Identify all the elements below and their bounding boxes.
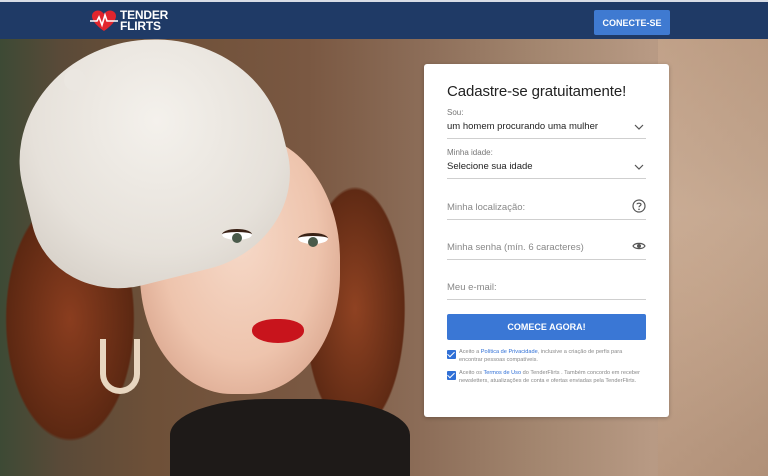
- right-eye: [298, 233, 328, 247]
- terms-text-before: Aceito os: [459, 370, 484, 376]
- background-window: [658, 39, 768, 476]
- chevron-down-icon: [634, 164, 644, 170]
- top-nav-bar: TENDER FLIRTS CONECTE-SE: [0, 0, 768, 39]
- signup-title: Cadastre-se gratuitamente!: [447, 83, 627, 100]
- privacy-consent-text: Aceito a Política de Privacidade, inclus…: [459, 348, 646, 364]
- privacy-policy-link[interactable]: Política de Privacidade: [481, 349, 538, 355]
- chevron-down-icon: [634, 124, 644, 130]
- login-button[interactable]: CONECTE-SE: [594, 10, 670, 35]
- seeking-select[interactable]: Sou: um homem procurando uma mulher: [447, 106, 646, 139]
- logo-wordmark: TENDER FLIRTS: [120, 9, 168, 33]
- seeking-value: um homem procurando uma mulher: [447, 121, 599, 132]
- heart-pulse-icon: [90, 10, 118, 31]
- email-placeholder: Meu e-mail:: [447, 282, 497, 293]
- privacy-checkbox[interactable]: [447, 350, 456, 359]
- email-input[interactable]: Meu e-mail:: [447, 270, 646, 300]
- left-eye: [222, 229, 252, 243]
- password-input[interactable]: Minha senha (mín. 6 caracteres): [447, 230, 646, 260]
- terms-of-use-link[interactable]: Termos de Uso: [483, 370, 521, 376]
- beret-stem: [64, 69, 86, 91]
- eye-icon[interactable]: [632, 239, 646, 253]
- earring: [100, 339, 140, 394]
- privacy-consent: Aceito a Política de Privacidade, inclus…: [447, 348, 646, 364]
- age-value: Selecione sua idade: [447, 161, 533, 172]
- password-placeholder: Minha senha (mín. 6 caracteres): [447, 242, 584, 253]
- help-icon[interactable]: [632, 199, 646, 213]
- age-select[interactable]: Minha idade: Selecione sua idade: [447, 146, 646, 179]
- start-now-button[interactable]: COMECE AGORA!: [447, 314, 646, 340]
- seeking-label: Sou:: [447, 108, 464, 117]
- brand-logo[interactable]: TENDER FLIRTS: [90, 8, 168, 34]
- logo-line-2: FLIRTS: [120, 19, 161, 33]
- terms-consent: Aceito os Termos de Uso do TenderFlirts …: [447, 369, 646, 385]
- terms-checkbox[interactable]: [447, 371, 456, 380]
- terms-consent-text: Aceito os Termos de Uso do TenderFlirts …: [459, 369, 646, 385]
- location-input[interactable]: Minha localização:: [447, 190, 646, 220]
- red-lips: [252, 319, 304, 343]
- location-placeholder: Minha localização:: [447, 202, 526, 213]
- signup-card: Cadastre-se gratuitamente! Sou: um homem…: [424, 64, 669, 417]
- black-sweater: [170, 399, 410, 476]
- privacy-text-before: Aceito a: [459, 349, 481, 355]
- age-label: Minha idade:: [447, 148, 493, 157]
